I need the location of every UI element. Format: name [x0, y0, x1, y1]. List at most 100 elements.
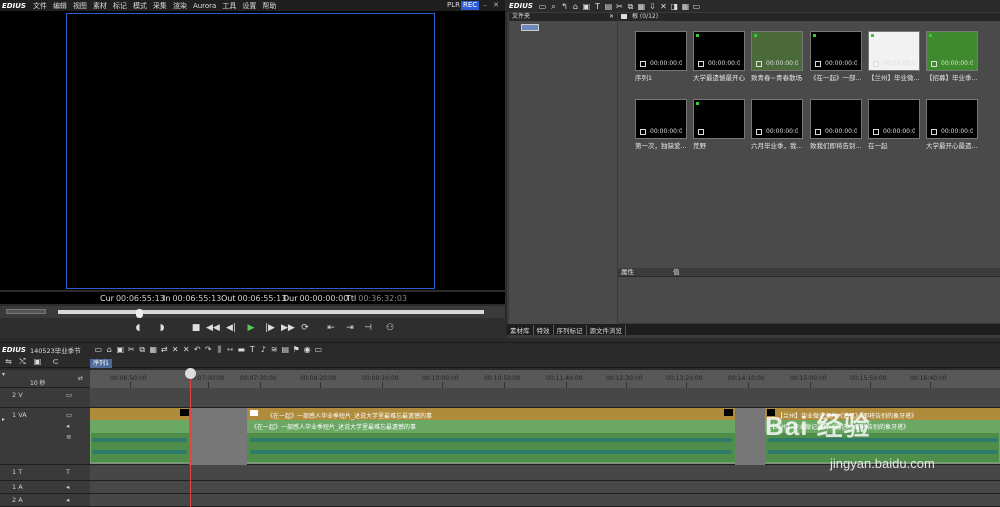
- paste-icon[interactable]: ▦: [149, 345, 158, 354]
- speaker-icon[interactable]: ◂: [66, 422, 69, 430]
- mixer-icon[interactable]: ▬: [237, 345, 246, 354]
- output-icon[interactable]: ⚇: [384, 322, 396, 334]
- track-header-2a[interactable]: 2 A ◂: [0, 494, 90, 507]
- video-clip[interactable]: [90, 408, 189, 420]
- clip-item[interactable]: 00:00:00:00 【招募】毕业季...: [926, 31, 978, 82]
- playhead-handle[interactable]: [185, 368, 196, 379]
- clip-item[interactable]: 00:00:00:00 大学最开心最遗...: [926, 99, 978, 150]
- timeline-ruler[interactable]: 00:06:50:00 00:07:00:00 00:07:30:00 00:08:2…: [90, 370, 1000, 388]
- split-icon[interactable]: ⫼: [215, 345, 224, 354]
- menu-view[interactable]: 视图: [70, 1, 90, 11]
- tab-source-browser[interactable]: 源文件浏览: [587, 324, 626, 335]
- sync-lock-icon[interactable]: ⇿: [226, 345, 235, 354]
- video-icon[interactable]: ▭: [66, 391, 72, 399]
- menu-render[interactable]: 渲染: [170, 1, 190, 11]
- minimize-icon[interactable]: –: [481, 1, 489, 9]
- scrub-handle[interactable]: [136, 309, 143, 318]
- clip-thumbnail[interactable]: 00:00:00:00: [868, 99, 920, 139]
- title-track-icon[interactable]: T: [66, 468, 70, 476]
- menu-mode[interactable]: 模式: [130, 1, 150, 11]
- scrub-zoom-slider[interactable]: [6, 309, 46, 314]
- mode-icon[interactable]: ⇋: [4, 357, 13, 366]
- clip-item[interactable]: 00:00:00:00 序列1: [635, 31, 687, 82]
- clip-thumbnail[interactable]: 00:00:00:00: [926, 99, 978, 139]
- expand-icon[interactable]: ▾: [2, 371, 5, 378]
- tab-effects[interactable]: 特效: [534, 324, 554, 335]
- ripple-icon[interactable]: ⤭: [18, 357, 27, 366]
- replace-icon[interactable]: ⇄: [160, 345, 169, 354]
- clip-thumbnail[interactable]: 00:00:00:00: [810, 31, 862, 71]
- track-header-2v[interactable]: 2 V ▭: [0, 388, 90, 408]
- clip-item[interactable]: 00:00:00:00 六月毕业季，我...: [751, 99, 803, 150]
- track-header-1va[interactable]: 1 VA ▸ ▭ ◂ ≋: [0, 408, 90, 465]
- delete-icon[interactable]: ✕: [659, 2, 668, 11]
- clip-thumbnail[interactable]: 00:00:00:00: [635, 31, 687, 71]
- rewind-icon[interactable]: ◀◀: [206, 322, 220, 334]
- video-icon[interactable]: ▭: [66, 411, 72, 419]
- zoom-level[interactable]: 10 秒: [30, 378, 46, 387]
- tab-sequence-markers[interactable]: 序列标记: [554, 324, 587, 335]
- track-header-1t[interactable]: 1 T T: [0, 465, 90, 481]
- render-icon[interactable]: ▤: [281, 345, 290, 354]
- export-icon[interactable]: ▭: [314, 345, 323, 354]
- track-2a[interactable]: [90, 494, 1000, 507]
- clip-item[interactable]: 00:00:00:00 《在一起》一部...: [810, 31, 862, 82]
- menu-marker[interactable]: 标记: [110, 1, 130, 11]
- speaker-icon[interactable]: ◂: [66, 483, 69, 491]
- speaker-icon[interactable]: ◂: [66, 496, 69, 504]
- menu-settings[interactable]: 设置: [239, 1, 259, 11]
- open-project-icon[interactable]: ⌂: [105, 345, 114, 354]
- rec-toggle[interactable]: REC: [461, 1, 480, 10]
- audio-icon[interactable]: ≋: [270, 345, 279, 354]
- fast-forward-icon[interactable]: ▶▶: [281, 322, 295, 334]
- set-out-icon[interactable]: ◗: [156, 322, 168, 334]
- clip-item[interactable]: 00:00:00:00 致青春~青春散场...: [751, 31, 803, 82]
- open-icon[interactable]: ⌂: [571, 2, 580, 11]
- clip-thumbnail[interactable]: [693, 99, 745, 139]
- player-scrubber[interactable]: [0, 306, 505, 318]
- add-marker-icon[interactable]: ⊣: [362, 322, 374, 334]
- menu-capture[interactable]: 采集: [150, 1, 170, 11]
- save-icon[interactable]: ▣: [116, 345, 125, 354]
- audio-clip[interactable]: 《在一起》一部感人毕业季短片_述说大学里最难忘最遗憾的事: [247, 420, 735, 432]
- voiceover-icon[interactable]: ♪: [259, 345, 268, 354]
- copy-icon[interactable]: ⧉: [138, 345, 147, 354]
- ripple-delete-icon[interactable]: ✕: [182, 345, 191, 354]
- playhead[interactable]: [190, 370, 191, 507]
- add-clip-icon[interactable]: ▣: [582, 2, 591, 11]
- folder-icon[interactable]: ▭: [538, 2, 547, 11]
- waveform-icon[interactable]: ≋: [66, 433, 71, 441]
- clip-item[interactable]: 00:00:00:00 致我们即将告别...: [810, 99, 862, 150]
- undo-icon[interactable]: ↶: [193, 345, 202, 354]
- clip-item[interactable]: 00:00:00:00 【兰州】毕业微...: [868, 31, 920, 82]
- insert-icon[interactable]: ⇤: [325, 322, 337, 334]
- snap-icon[interactable]: ▣: [33, 357, 42, 366]
- video-clip[interactable]: 《在一起》一部感人毕业季短片_述说大学里最难忘最遗憾的事: [247, 408, 735, 420]
- redo-icon[interactable]: ↷: [204, 345, 213, 354]
- new-sequence-icon[interactable]: ▭: [94, 345, 103, 354]
- menu-clip[interactable]: 素材: [90, 1, 110, 11]
- clip-thumbnail[interactable]: 00:00:00:00: [693, 31, 745, 71]
- menu-tools[interactable]: 工具: [219, 1, 239, 11]
- zoom-icon[interactable]: ⇄: [78, 375, 83, 382]
- copy-icon[interactable]: ⧉: [626, 2, 635, 11]
- play-icon[interactable]: ▶: [245, 322, 257, 334]
- link-icon[interactable]: ⊂: [51, 357, 60, 366]
- add-to-timeline-icon[interactable]: ⇩: [648, 2, 657, 11]
- up-folder-icon[interactable]: ↰: [560, 2, 569, 11]
- menu-aurora[interactable]: Aurora: [190, 2, 219, 10]
- menu-file[interactable]: 文件: [30, 1, 50, 11]
- clip-thumbnail[interactable]: 00:00:00:00: [751, 99, 803, 139]
- view-mode-icon[interactable]: ▦: [681, 2, 690, 11]
- tab-asset-library[interactable]: 素材库: [507, 324, 534, 335]
- preview-icon[interactable]: ▭: [692, 2, 701, 11]
- clip-item[interactable]: 00:00:00:00 大学最遗憾最开心...: [693, 31, 745, 82]
- paste-icon[interactable]: ▦: [637, 2, 646, 11]
- step-forward-icon[interactable]: |▶: [264, 322, 276, 334]
- record-icon[interactable]: ◉: [303, 345, 312, 354]
- step-back-icon[interactable]: ◀|: [225, 322, 237, 334]
- properties-icon[interactable]: ◨: [670, 2, 679, 11]
- loop-icon[interactable]: ⟳: [299, 322, 311, 334]
- close-icon[interactable]: ✕: [609, 13, 614, 21]
- clip-item[interactable]: 00:00:00:00 第一次，独缺爱...: [635, 99, 687, 150]
